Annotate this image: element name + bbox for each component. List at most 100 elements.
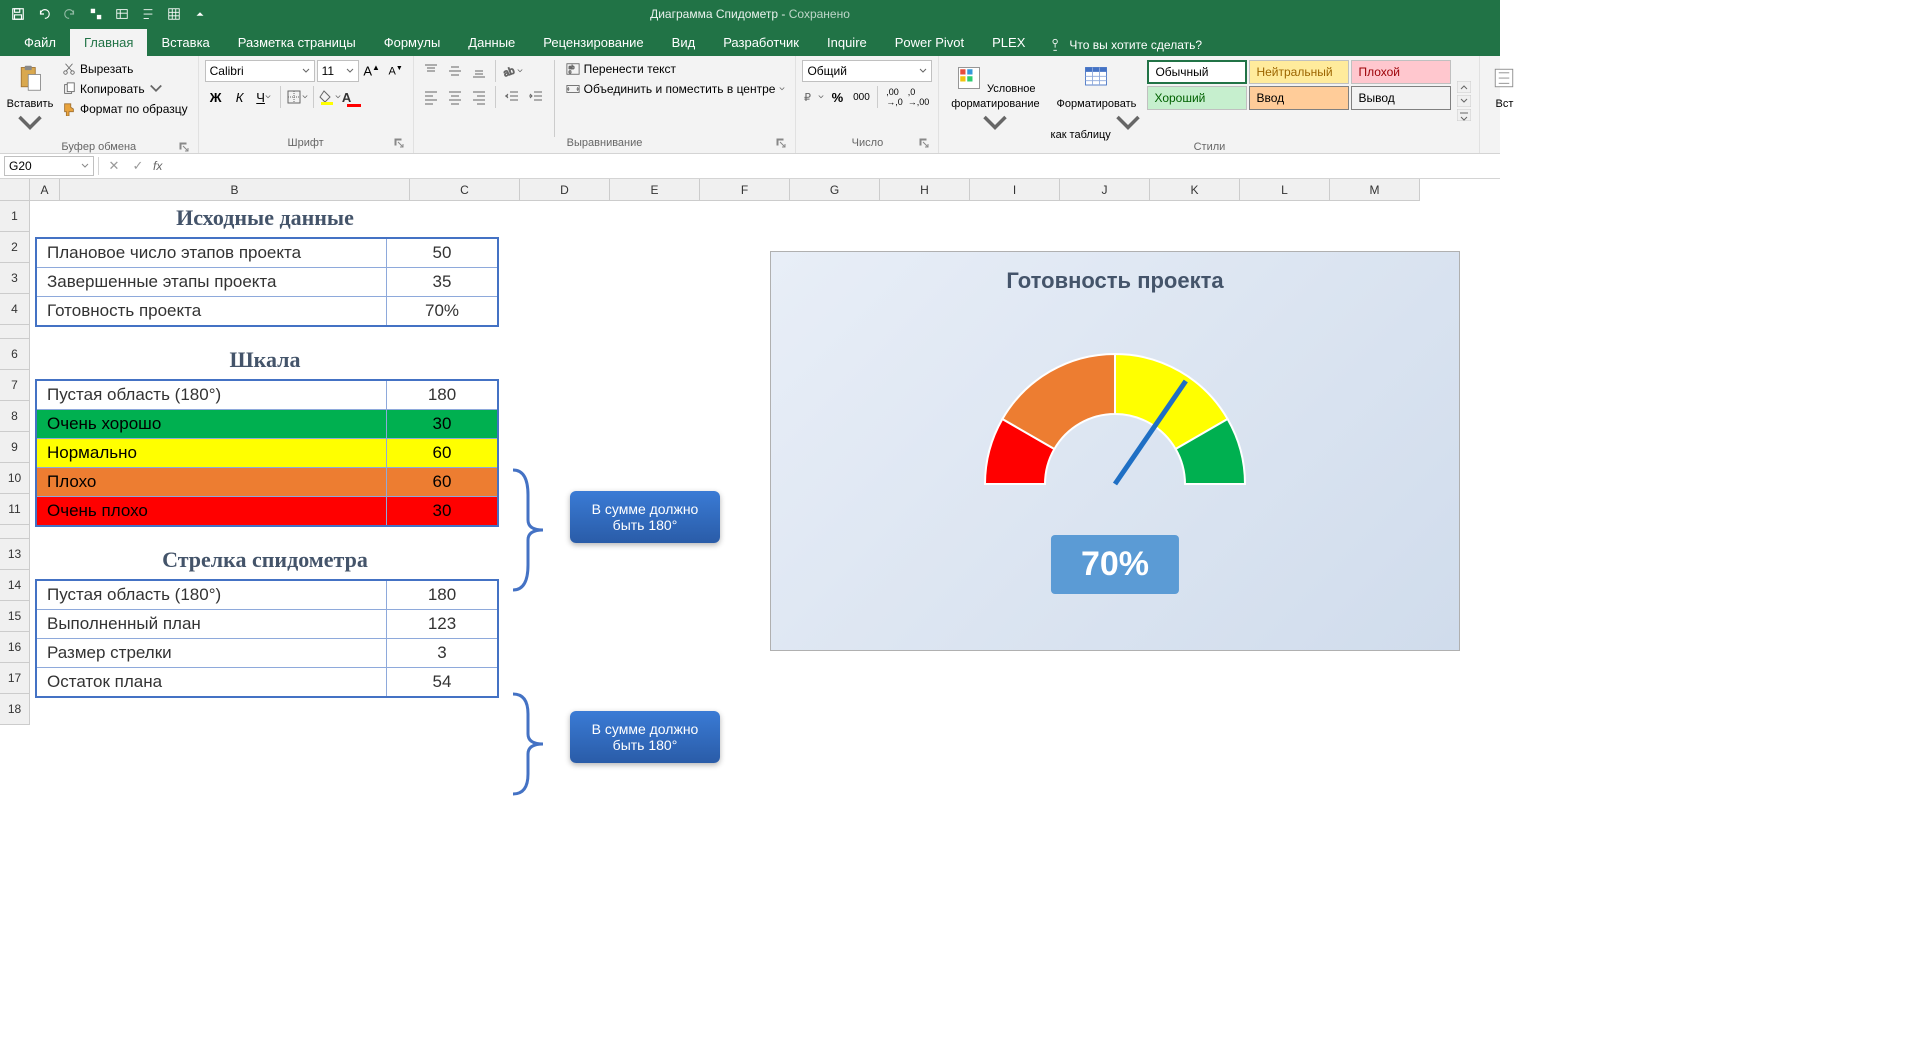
borders-icon[interactable] <box>286 86 308 108</box>
row-header[interactable]: 10 <box>0 463 30 494</box>
fx-icon[interactable]: fx <box>153 159 162 173</box>
select-all-corner[interactable] <box>0 179 30 201</box>
worksheet-grid[interactable]: ABCDEFGHIJKLM 123467891011131415161718 И… <box>0 179 1500 725</box>
tab-review[interactable]: Рецензирование <box>529 29 657 56</box>
row-header[interactable]: 13 <box>0 539 30 570</box>
gallery-down-icon[interactable] <box>1457 95 1471 107</box>
data-cell[interactable]: Готовность проекта <box>37 297 387 325</box>
data-cell[interactable]: 60 <box>387 468 497 496</box>
row-header[interactable]: 17 <box>0 663 30 694</box>
col-header[interactable]: H <box>880 179 970 201</box>
gauge-chart[interactable]: Готовность проекта 70% <box>770 251 1460 651</box>
decrease-decimal-icon[interactable]: ,0→,00 <box>907 86 929 108</box>
col-header[interactable]: M <box>1330 179 1420 201</box>
data-cell[interactable]: 60 <box>387 439 497 467</box>
row-header[interactable]: 2 <box>0 232 30 263</box>
dialog-launcher-icon[interactable] <box>393 137 405 149</box>
data-cell[interactable]: Плановое число этапов проекта <box>37 239 387 267</box>
col-header[interactable]: L <box>1240 179 1330 201</box>
comma-format-icon[interactable]: 000 <box>850 86 872 108</box>
cut-button[interactable]: Вырезать <box>58 60 192 78</box>
col-header[interactable]: A <box>30 179 60 201</box>
data-cell[interactable]: Размер стрелки <box>37 639 387 667</box>
tab-formulas[interactable]: Формулы <box>370 29 455 56</box>
col-header[interactable]: E <box>610 179 700 201</box>
data-cell[interactable]: 180 <box>387 581 497 609</box>
qat-btn5[interactable] <box>110 2 134 26</box>
row-header[interactable]: 18 <box>0 694 30 725</box>
tab-powerpivot[interactable]: Power Pivot <box>881 29 978 56</box>
italic-icon[interactable]: К <box>229 86 251 108</box>
tab-developer[interactable]: Разработчик <box>709 29 813 56</box>
col-header[interactable]: J <box>1060 179 1150 201</box>
increase-decimal-icon[interactable]: ,00→,0 <box>883 86 905 108</box>
tab-page-layout[interactable]: Разметка страницы <box>224 29 370 56</box>
style-neutral[interactable]: Нейтральный <box>1249 60 1349 84</box>
tab-data[interactable]: Данные <box>454 29 529 56</box>
conditional-formatting-button[interactable]: Условное форматирование <box>945 60 1045 141</box>
percent-format-icon[interactable]: % <box>826 86 848 108</box>
row-header[interactable]: 8 <box>0 401 30 432</box>
row-header[interactable]: 15 <box>0 601 30 632</box>
font-color-icon[interactable]: A <box>343 86 365 108</box>
decrease-font-icon[interactable]: A▼ <box>385 60 407 82</box>
data-cell[interactable]: Пустая область (180°) <box>37 381 387 409</box>
col-header[interactable]: D <box>520 179 610 201</box>
data-cell[interactable]: 50 <box>387 239 497 267</box>
row-header[interactable]: 6 <box>0 339 30 370</box>
enter-formula-icon[interactable]: ✓ <box>129 158 147 174</box>
row-header[interactable] <box>0 325 30 339</box>
number-format-combo[interactable]: Общий <box>802 60 932 82</box>
data-cell[interactable]: Плохо <box>37 468 387 496</box>
col-header[interactable]: C <box>410 179 520 201</box>
row-header[interactable]: 14 <box>0 570 30 601</box>
col-header[interactable]: I <box>970 179 1060 201</box>
tab-view[interactable]: Вид <box>658 29 710 56</box>
font-size-combo[interactable]: 11 <box>317 60 359 82</box>
gallery-more-icon[interactable] <box>1457 109 1471 121</box>
tab-home[interactable]: Главная <box>70 29 147 56</box>
row-header[interactable]: 3 <box>0 263 30 294</box>
style-input[interactable]: Ввод <box>1249 86 1349 110</box>
align-center-icon[interactable] <box>444 86 466 108</box>
cancel-formula-icon[interactable]: ✕ <box>105 158 123 174</box>
data-cell[interactable]: Очень плохо <box>37 497 387 525</box>
decrease-indent-icon[interactable] <box>501 86 523 108</box>
align-top-icon[interactable] <box>420 60 442 82</box>
save-icon[interactable] <box>6 2 30 26</box>
name-box[interactable]: G20 <box>4 156 94 176</box>
format-as-table-button[interactable]: Форматировать как таблицу <box>1049 60 1143 141</box>
font-name-combo[interactable]: Calibri <box>205 60 315 82</box>
row-header[interactable]: 11 <box>0 494 30 525</box>
data-cell[interactable]: 35 <box>387 268 497 296</box>
copy-button[interactable]: Копировать <box>58 80 192 98</box>
data-cell[interactable]: Нормально <box>37 439 387 467</box>
merge-center-button[interactable]: Объединить и поместить в центре <box>562 80 790 98</box>
data-cell[interactable]: Остаток плана <box>37 668 387 696</box>
col-header[interactable]: G <box>790 179 880 201</box>
formula-input[interactable] <box>168 157 1494 175</box>
wrap-text-button[interactable]: abcПеренести текст <box>562 60 790 78</box>
fill-color-icon[interactable] <box>319 86 341 108</box>
insert-cells-button[interactable]: Вст <box>1486 60 1522 149</box>
format-painter-button[interactable]: Формат по образцу <box>58 100 192 118</box>
data-cell[interactable]: Очень хорошо <box>37 410 387 438</box>
data-cell[interactable]: 30 <box>387 410 497 438</box>
dialog-launcher-icon[interactable] <box>178 141 190 153</box>
qat-customize-icon[interactable] <box>188 2 212 26</box>
underline-icon[interactable]: Ч <box>253 86 275 108</box>
tell-me-search[interactable]: Что вы хотите сделать? <box>1039 34 1212 56</box>
row-header[interactable]: 9 <box>0 432 30 463</box>
row-header[interactable]: 4 <box>0 294 30 325</box>
col-header[interactable]: F <box>700 179 790 201</box>
row-header[interactable]: 16 <box>0 632 30 663</box>
data-cell[interactable]: 54 <box>387 668 497 696</box>
col-header[interactable]: K <box>1150 179 1240 201</box>
bold-icon[interactable]: Ж <box>205 86 227 108</box>
style-normal[interactable]: Обычный <box>1147 60 1247 84</box>
dialog-launcher-icon[interactable] <box>918 137 930 149</box>
row-header[interactable]: 7 <box>0 370 30 401</box>
data-cell[interactable]: Выполненный план <box>37 610 387 638</box>
paste-button[interactable]: Вставить <box>6 60 54 141</box>
align-middle-icon[interactable] <box>444 60 466 82</box>
